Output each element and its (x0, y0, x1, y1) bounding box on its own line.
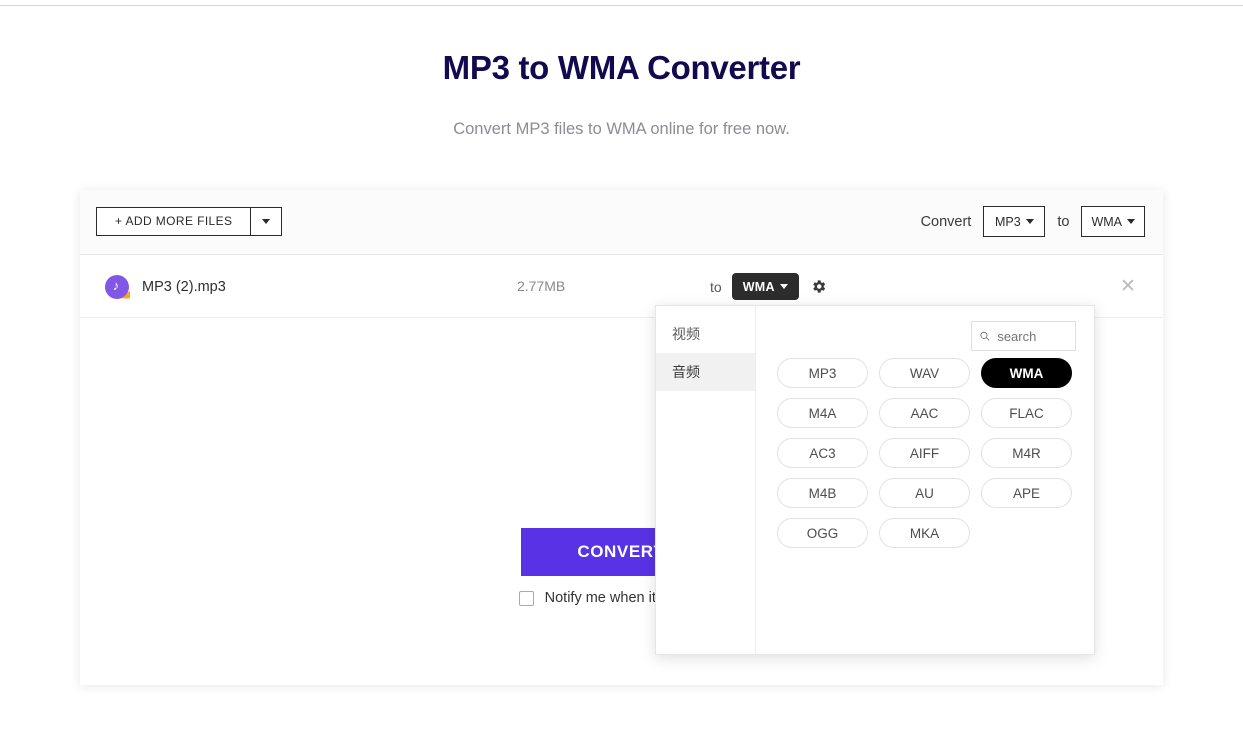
format-option-wma[interactable]: WMA (981, 358, 1072, 388)
convert-label: Convert (920, 213, 972, 230)
add-more-files-button[interactable]: + ADD MORE FILES (96, 207, 252, 236)
target-format-label: WMA (1091, 214, 1122, 229)
format-option-m4a[interactable]: M4A (777, 398, 868, 428)
row-target-format-label: WMA (742, 279, 775, 294)
file-info: ♪ MP3 (2).mp3 (105, 255, 226, 318)
row-target-format-dropdown[interactable]: WMA (731, 273, 799, 300)
chevron-down-icon (779, 284, 788, 289)
format-option-ogg[interactable]: OGG (777, 518, 868, 548)
format-option-flac[interactable]: FLAC (981, 398, 1072, 428)
format-option-aiff[interactable]: AIFF (879, 438, 970, 468)
gear-icon[interactable] (809, 277, 829, 297)
source-format-dropdown[interactable]: MP3 (983, 206, 1046, 237)
format-option-aac[interactable]: AAC (879, 398, 970, 428)
add-more-files-dropdown-button[interactable] (251, 207, 283, 236)
notify-checkbox[interactable] (518, 590, 534, 606)
chevron-down-icon (1127, 219, 1135, 224)
to-label: to (1057, 213, 1070, 230)
card-toolbar: + ADD MORE FILES Convert MP3 to WMA (80, 190, 1163, 255)
format-option-ape[interactable]: APE (981, 478, 1072, 508)
search-icon (980, 331, 990, 341)
row-to-label: to (710, 278, 722, 295)
global-format-selector: Convert MP3 to WMA (921, 206, 1145, 237)
page-top-rule (0, 5, 1243, 6)
format-option-ac3[interactable]: AC3 (777, 438, 868, 468)
page-title: MP3 to WMA Converter (442, 49, 801, 86)
chevron-down-icon (1025, 219, 1034, 224)
format-category-audio[interactable]: 音频 (656, 353, 755, 391)
format-option-m4r[interactable]: M4R (981, 438, 1072, 468)
remove-file-button[interactable]: ✕ (1117, 255, 1139, 318)
format-search-box (971, 321, 1076, 351)
source-format-label: MP3 (994, 214, 1021, 229)
format-option-wav[interactable]: WAV (879, 358, 970, 388)
format-search-input[interactable] (995, 327, 1068, 345)
format-dropdown-panel: 视频 音频 MP3 WAV WMA M4A AAC FLAC AC3 AIFF … (655, 305, 1095, 655)
file-name: MP3 (2).mp3 (142, 278, 226, 295)
chevron-down-icon (262, 219, 271, 224)
add-files-group: + ADD MORE FILES (96, 207, 283, 236)
audio-file-icon: ♪ (105, 274, 130, 299)
target-format-dropdown[interactable]: WMA (1081, 206, 1145, 237)
format-option-mka[interactable]: MKA (879, 518, 970, 548)
page-header: MP3 to WMA Converter Convert MP3 files t… (0, 48, 1243, 140)
page-subtitle: Convert MP3 files to WMA online for free… (453, 120, 790, 138)
format-list-area: MP3 WAV WMA M4A AAC FLAC AC3 AIFF M4R M4… (756, 306, 1094, 654)
format-option-m4b[interactable]: M4B (777, 478, 868, 508)
format-option-mp3[interactable]: MP3 (777, 358, 868, 388)
format-option-au[interactable]: AU (879, 478, 970, 508)
file-size: 2.77MB (517, 278, 566, 294)
format-category-video[interactable]: 视频 (656, 315, 755, 353)
format-grid: MP3 WAV WMA M4A AAC FLAC AC3 AIFF M4R M4… (777, 358, 1092, 548)
format-category-list: 视频 音频 (656, 306, 756, 654)
